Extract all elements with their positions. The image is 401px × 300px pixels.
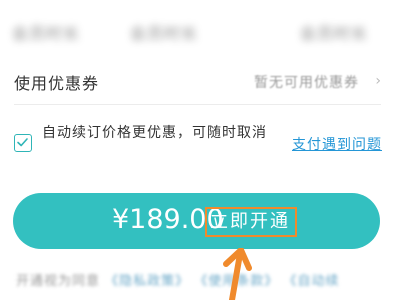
payment-help-link[interactable]: 支付遇到问题 (292, 134, 382, 154)
top-left-label: 会员时长 (12, 24, 81, 43)
coupon-label: 使用优惠券 (14, 74, 100, 93)
auto-renew-checkbox[interactable] (14, 134, 32, 152)
auto-renew-text: 自动续订价格更优惠，可随时取消 (42, 125, 267, 141)
check-icon (17, 138, 28, 147)
divider (14, 104, 381, 105)
coupon-value: 暂无可用优惠券 (254, 75, 359, 91)
terms-line: 开通视为同意 《隐私政策》 《使用条款》 《自动续 (16, 270, 339, 289)
top-right-label: 会员时长 (300, 24, 369, 43)
chevron-right-icon: › (375, 73, 381, 89)
terms-prefix: 开通视为同意 (16, 274, 101, 289)
auto-renew-terms-link[interactable]: 《自动续 (283, 274, 339, 289)
top-middle-label: 会员时长 (130, 24, 199, 43)
coupon-row[interactable]: 使用优惠券 暂无可用优惠券 › (0, 62, 401, 102)
pay-button[interactable]: ¥189.00 立即开通 (13, 193, 380, 249)
arrow-up-icon (223, 248, 252, 300)
open-now-label: 立即开通 (210, 211, 290, 232)
privacy-link[interactable]: 《隐私政策》 (105, 274, 189, 289)
